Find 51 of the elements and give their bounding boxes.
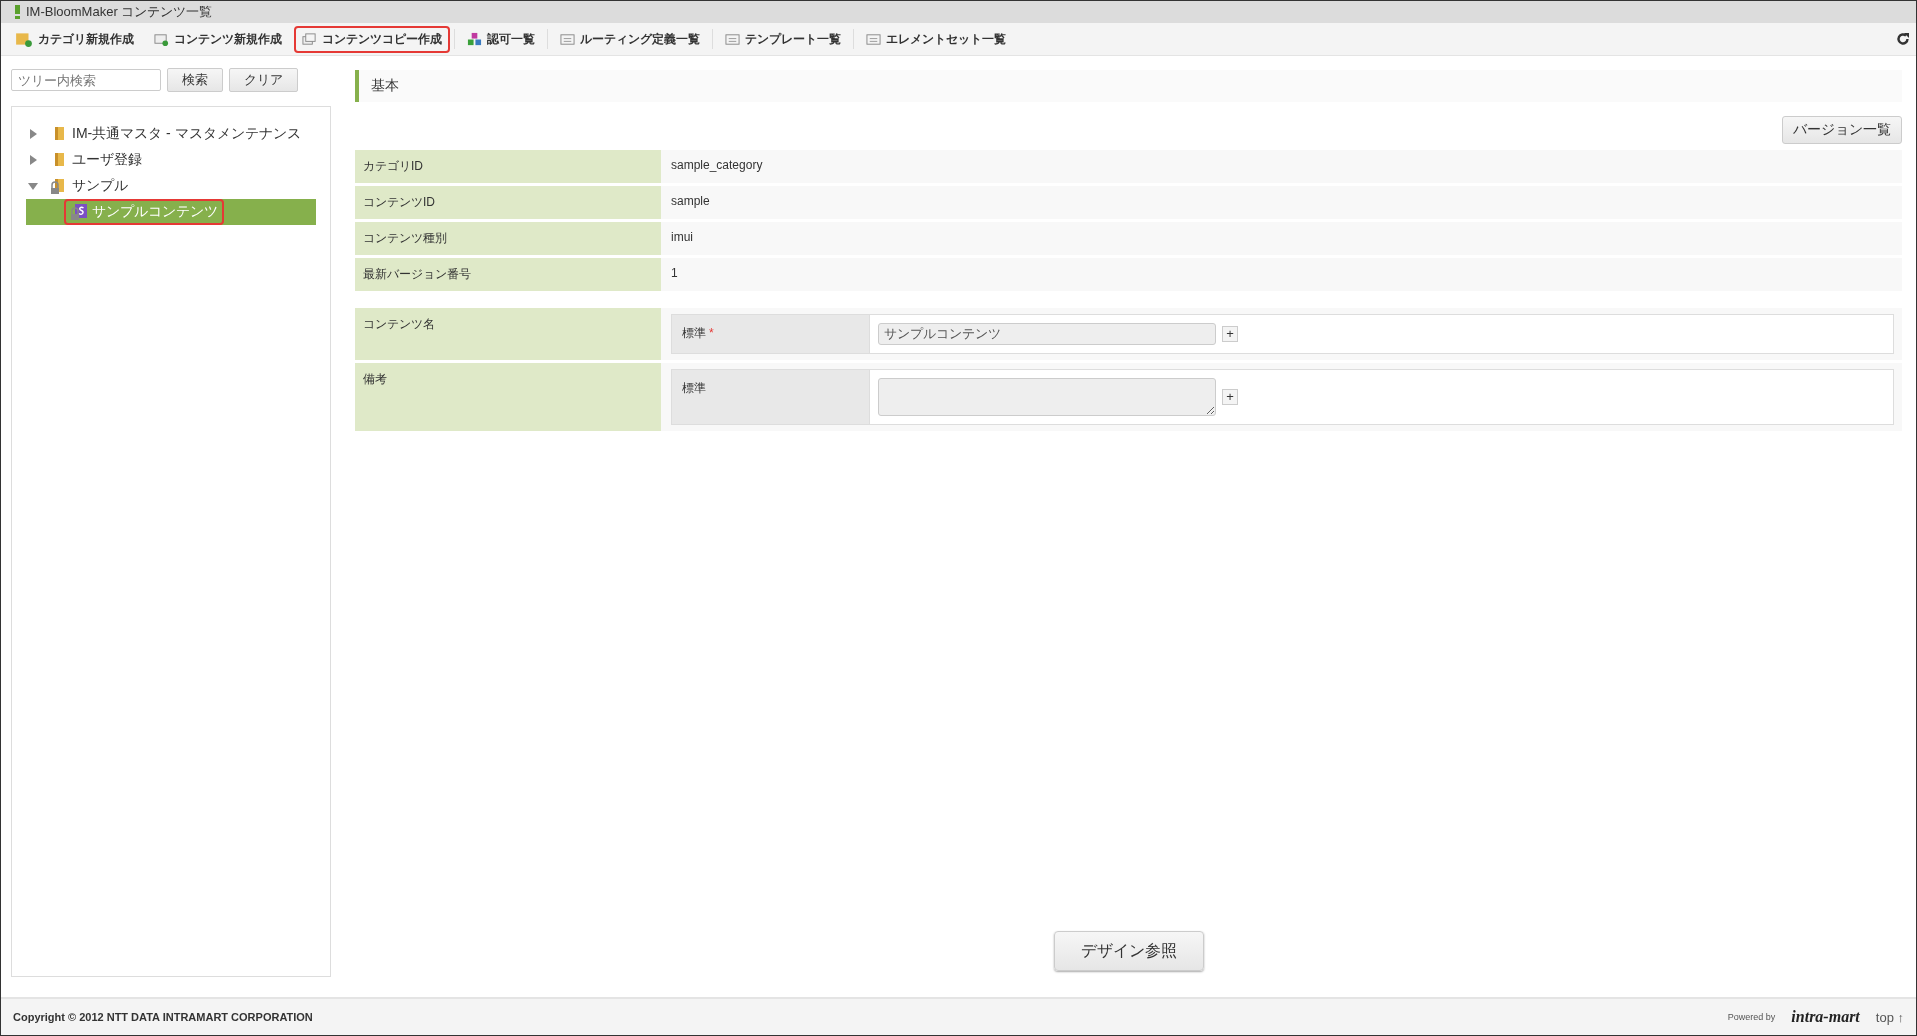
field-label: 最新バージョン番号: [355, 258, 661, 291]
refresh-icon[interactable]: [1896, 32, 1910, 46]
tree-item[interactable]: サンプル: [26, 173, 316, 199]
textarea-field[interactable]: [878, 378, 1216, 416]
add-button[interactable]: +: [1222, 389, 1238, 405]
field-value: sample: [670, 193, 711, 210]
toolbar-button[interactable]: コンテンツ新規作成: [146, 25, 290, 53]
required-mark: *: [709, 326, 714, 340]
list-window-icon: [725, 31, 740, 47]
toolbar-button[interactable]: テンプレート一覧: [717, 25, 849, 53]
field-label: コンテンツ名: [355, 308, 661, 360]
field-value: 1: [670, 265, 679, 282]
toolbar-button[interactable]: ルーティング定義一覧: [552, 25, 708, 53]
add-button[interactable]: +: [1222, 326, 1238, 342]
design-view-button[interactable]: デザイン参照: [1053, 931, 1204, 971]
section-title: 基本: [371, 77, 399, 95]
tree-item[interactable]: ユーザ登録: [26, 147, 316, 173]
toolbar-button[interactable]: エレメントセット一覧: [858, 25, 1014, 53]
tree-search-field[interactable]: ツリー内検索: [11, 69, 161, 91]
folder-add-icon: [15, 30, 33, 48]
locale-label: 標準: [682, 326, 706, 340]
list-window-icon: [866, 31, 881, 47]
app-icon: [15, 5, 20, 19]
tree-search-button[interactable]: 検索: [167, 68, 223, 92]
window-title: IM-BloomMaker コンテンツ一覧: [26, 3, 213, 21]
tree-item[interactable]: IM-共通マスタ - マスタメンテナンス: [26, 121, 316, 147]
field-label: コンテンツ種別: [355, 222, 661, 255]
tree-item-label: ユーザ登録: [72, 151, 142, 169]
field-label: コンテンツID: [355, 186, 661, 219]
field-value: imui: [670, 229, 694, 246]
list-window-icon: [560, 31, 575, 47]
toolbar-button[interactable]: 認可一覧: [459, 25, 543, 53]
document-add-icon: [154, 31, 169, 47]
locale-label: 標準: [682, 381, 706, 395]
tree-item-label: IM-共通マスタ - マスタメンテナンス: [72, 125, 301, 143]
copy-icon: [302, 31, 317, 47]
logo: intra-mart: [1791, 1008, 1860, 1026]
tree-item-label: サンプルコンテンツ: [92, 203, 218, 221]
toolbar-button[interactable]: コンテンツコピー作成: [294, 25, 450, 53]
copyright-text: Copyright © 2012 NTT DATA INTRAMART CORPORATION: [13, 1011, 313, 1023]
field-value: sample_category: [670, 157, 764, 174]
input-field[interactable]: サンプルコンテンツ: [878, 323, 1216, 345]
tree-search-button[interactable]: クリア: [229, 68, 298, 92]
blocks-icon: [467, 31, 482, 47]
top-link[interactable]: top ↑: [1875, 1009, 1904, 1025]
version-list-button[interactable]: バージョン一覧: [1782, 116, 1902, 144]
powered-by-text: Powered by: [1727, 1012, 1776, 1022]
field-label: カテゴリID: [355, 150, 661, 183]
tree-item-label: サンプル: [72, 177, 128, 195]
field-label: 備考: [355, 363, 661, 431]
toolbar-button[interactable]: カテゴリ新規作成: [7, 25, 142, 53]
